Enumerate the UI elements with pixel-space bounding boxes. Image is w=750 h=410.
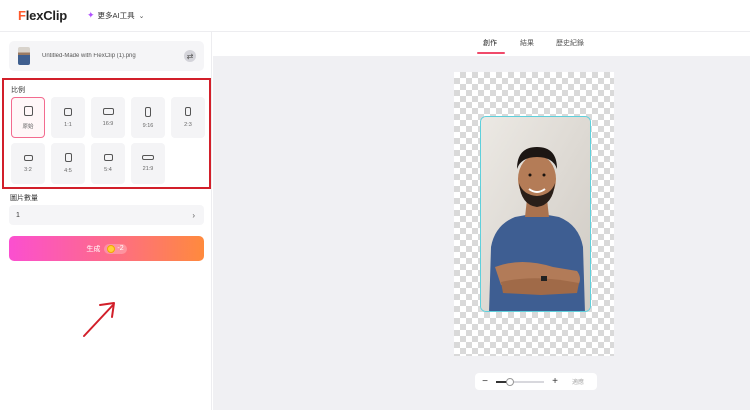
generate-button[interactable]: 生成 -2 <box>9 236 204 261</box>
zoom-slider[interactable] <box>496 377 544 386</box>
ratio-label: 21:9 <box>142 166 154 172</box>
active-tab-indicator <box>477 52 505 54</box>
ratio-16-9[interactable]: 16:9 <box>91 97 125 138</box>
credit-cost-badge: -2 <box>104 243 127 254</box>
preview-image[interactable] <box>480 116 591 312</box>
ratio-label: 3:2 <box>24 166 32 173</box>
zoom-in-button[interactable]: + <box>548 376 562 387</box>
ratio-21-9[interactable]: 21:9 <box>131 143 165 184</box>
uploaded-file-card[interactable]: Untitled-Made with FlexClip (1).png ⇄ <box>9 41 204 71</box>
image-count-value: 1 <box>16 211 20 219</box>
chevron-right-icon: › <box>192 210 195 220</box>
preview-area: 創作 結果 歷史紀錄 − + 適應 <box>213 32 750 410</box>
more-ai-tools-menu[interactable]: ✦ 更多AI工具 ⌄ <box>87 10 145 21</box>
image-count-label: 圖片數量 <box>10 195 38 202</box>
ratio-label: 9:16 <box>142 122 154 129</box>
ratio-2-3-icon <box>185 107 191 116</box>
image-count-select[interactable]: 1 › <box>9 205 204 225</box>
chevron-down-icon: ⌄ <box>138 12 145 20</box>
ratio-21-9-icon <box>142 155 154 160</box>
ratio-3-2[interactable]: 3:2 <box>11 143 45 184</box>
logo-text: lexClip <box>25 8 67 23</box>
tab-create[interactable]: 創作 <box>483 38 497 48</box>
tabs-bar: 創作 結果 歷史紀錄 <box>213 32 750 56</box>
zoom-slider-handle[interactable] <box>506 377 515 386</box>
ratio-label: 原始 <box>22 123 34 130</box>
ratio-1-1[interactable]: 1:1 <box>51 97 85 138</box>
more-ai-tools-label: 更多AI工具 <box>97 11 135 20</box>
file-name: Untitled-Made with FlexClip (1).png <box>42 53 136 59</box>
ratio-5-4-icon <box>103 154 113 161</box>
tab-history[interactable]: 歷史紀錄 <box>556 38 584 48</box>
coin-icon <box>107 244 116 253</box>
swap-icon: ⇄ <box>186 51 194 61</box>
ratio-label: 16:9 <box>102 121 114 127</box>
top-header: FlexClip ✦ 更多AI工具 ⌄ <box>0 0 750 32</box>
logo-letter-f: F <box>18 8 26 23</box>
ratio-3-2-icon <box>23 154 33 161</box>
zoom-out-button[interactable]: − <box>478 376 492 387</box>
tab-results[interactable]: 結果 <box>520 38 534 48</box>
file-thumbnail <box>18 47 30 65</box>
replace-image-button[interactable]: ⇄ <box>184 50 196 62</box>
flexclip-logo[interactable]: FlexClip <box>18 8 67 23</box>
ratio-2-3[interactable]: 2:3 <box>171 97 205 138</box>
generate-label: 生成 <box>86 245 101 253</box>
ratio-4-5-icon <box>64 153 72 162</box>
ratio-label: 5:4 <box>104 167 112 173</box>
ratio-4-5[interactable]: 4:5 <box>51 143 85 184</box>
aspect-ratio-title: 比例 <box>11 87 25 94</box>
sparkle-icon: ✦ <box>86 10 95 20</box>
red-arrow-annotation <box>83 302 115 337</box>
ratio-9-16-icon <box>145 106 151 117</box>
ratio-label: 2:3 <box>184 122 192 128</box>
ratio-label: 1:1 <box>64 121 72 128</box>
ratio-1-1-icon <box>64 107 72 116</box>
ratio-label: 4:5 <box>64 168 72 174</box>
fit-to-screen-button[interactable]: 適應 <box>572 377 584 386</box>
ratio-original[interactable]: 原始 <box>11 97 45 138</box>
ratio-original-icon <box>23 105 33 116</box>
zoom-controls: − + 適應 <box>475 373 597 390</box>
aspect-ratio-section: 比例 原始 1:1 16:9 9:16 2:3 3:2 4:5 5:4 21:9 <box>2 78 211 189</box>
ratio-5-4[interactable]: 5:4 <box>91 143 125 184</box>
settings-panel: Untitled-Made with FlexClip (1).png ⇄ 比例… <box>0 32 212 410</box>
credit-cost-value: -2 <box>117 245 124 252</box>
ratio-16-9-icon <box>102 108 114 115</box>
ratio-9-16[interactable]: 9:16 <box>131 97 165 138</box>
portrait-photo <box>481 117 590 311</box>
